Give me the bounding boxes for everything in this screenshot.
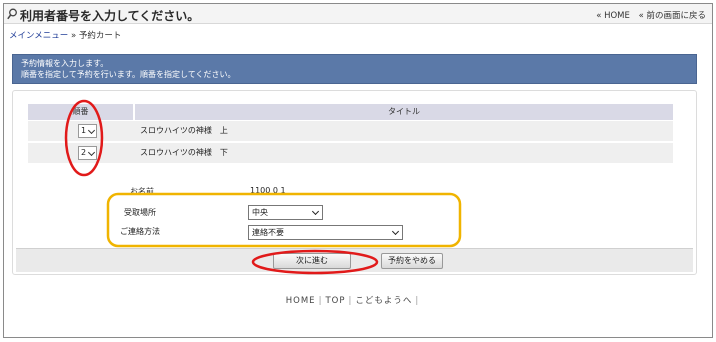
breadcrumb: メインメニュー » 予約カート: [9, 29, 121, 41]
next-button[interactable]: 次に進む: [273, 253, 351, 269]
header-order: 順番: [28, 104, 133, 120]
table-row: 2 スロウハイツの神様 下: [28, 143, 673, 163]
pickup-location-select[interactable]: 中央: [248, 205, 323, 220]
breadcrumb-separator: »: [70, 31, 77, 41]
footer-top-link[interactable]: TOP: [325, 296, 345, 306]
contact-label: ご連絡方法: [120, 227, 160, 236]
footer-separator: |: [348, 296, 353, 306]
info-banner: 予約情報を入力します。 順番を指定して予約を行います。順番を指定してください。: [12, 54, 697, 84]
home-link[interactable]: « HOME: [596, 11, 630, 21]
row-title: スロウハイツの神様 下: [140, 148, 228, 157]
breadcrumb-main-menu[interactable]: メインメニュー: [9, 31, 68, 41]
header-title: タイトル: [135, 104, 673, 120]
cancel-button[interactable]: 予約をやめる: [381, 253, 443, 269]
info-line-1: 予約情報を入力します。: [21, 59, 109, 68]
info-line-2: 順番を指定して予約を行います。順番を指定してください。: [21, 70, 236, 79]
search-icon: [7, 8, 17, 20]
footer-separator: |: [318, 296, 323, 306]
breadcrumb-current: 予約カート: [78, 31, 122, 41]
contact-method-select[interactable]: 連絡不要: [248, 225, 403, 240]
order-select[interactable]: 1: [78, 124, 97, 138]
footer-separator: |: [415, 296, 420, 306]
footer-nav: HOME | TOP | こどもようへ |: [0, 294, 708, 306]
footer-kids-link[interactable]: こどもようへ: [355, 296, 412, 306]
footer-home-link[interactable]: HOME: [286, 296, 316, 306]
back-link[interactable]: « 前の画面に戻る: [639, 11, 706, 21]
table-row: 1 スロウハイツの神様 上: [28, 121, 673, 141]
name-value: 1100 0 1: [250, 186, 286, 195]
header-links: « HOME « 前の画面に戻る: [590, 9, 706, 21]
order-select[interactable]: 2: [78, 146, 97, 160]
pickup-label: 受取場所: [124, 208, 156, 217]
top-header: 利用者番号を入力してください。 « HOME « 前の画面に戻る: [4, 4, 712, 24]
name-label: お名前: [130, 187, 154, 196]
page-title: 利用者番号を入力してください。: [20, 9, 200, 23]
button-bar: 次に進む 予約をやめる: [16, 248, 693, 272]
row-title: スロウハイツの神様 上: [140, 126, 228, 135]
